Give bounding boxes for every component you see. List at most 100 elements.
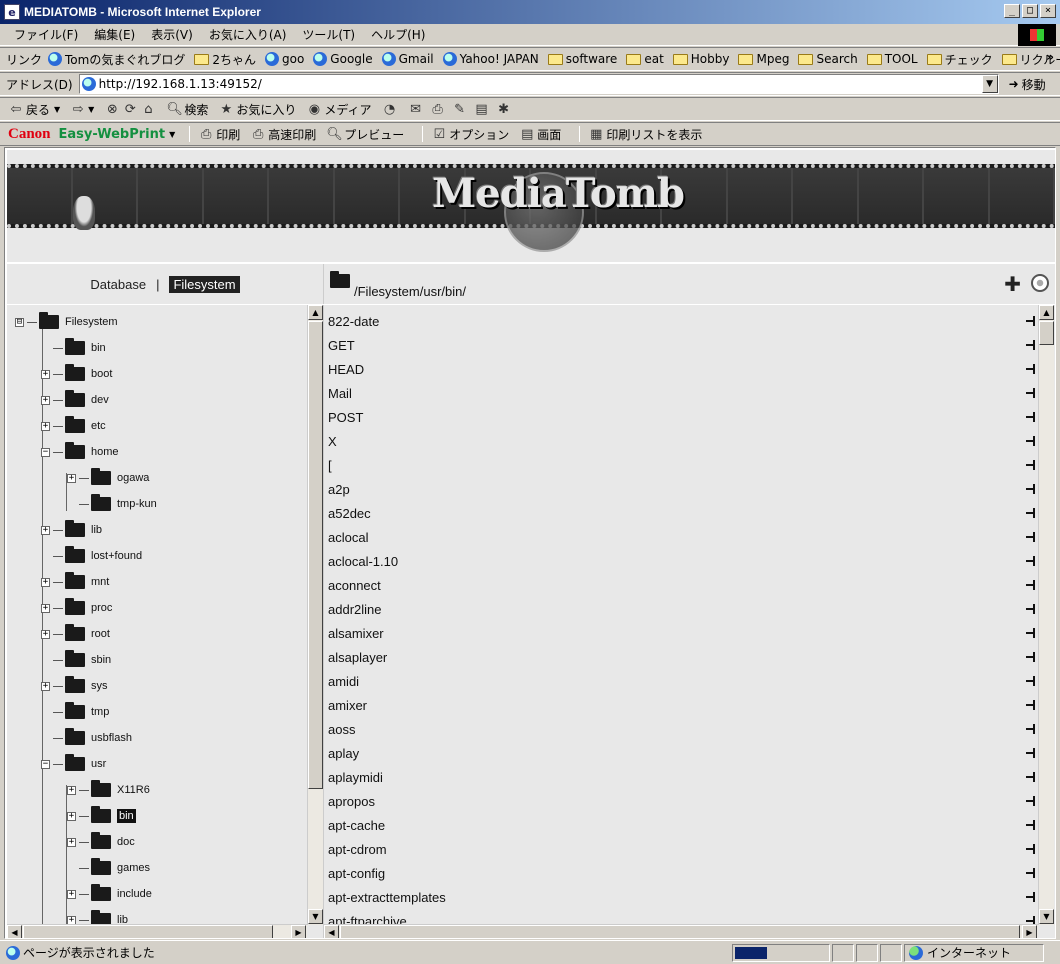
h-scroll-thumb[interactable] bbox=[23, 925, 273, 938]
menu-favorites[interactable]: お気に入り(A) bbox=[201, 26, 295, 43]
add-to-database-icon[interactable] bbox=[1026, 554, 1036, 568]
tree-expander-icon[interactable]: + bbox=[67, 473, 76, 483]
folder-icon[interactable] bbox=[65, 338, 85, 355]
file-row[interactable]: [ bbox=[324, 453, 1038, 477]
add-to-database-icon[interactable] bbox=[1026, 362, 1036, 376]
links-more-chevron-icon[interactable]: » bbox=[1046, 50, 1054, 64]
tree-label[interactable]: dev bbox=[91, 394, 109, 406]
tree-expander-icon[interactable]: + bbox=[41, 681, 50, 691]
file-row[interactable]: apropos bbox=[324, 789, 1038, 813]
file-row[interactable]: apt-extracttemplates bbox=[324, 885, 1038, 909]
tree-expander-icon[interactable]: + bbox=[41, 395, 50, 405]
files-horizontal-scrollbar[interactable]: ◀ ▶ bbox=[324, 924, 1038, 938]
folder-icon[interactable] bbox=[65, 676, 85, 693]
tree-label[interactable]: usbflash bbox=[91, 732, 132, 744]
add-to-database-icon[interactable] bbox=[1026, 458, 1036, 472]
file-name[interactable]: apt-config bbox=[328, 866, 385, 881]
folder-icon[interactable] bbox=[65, 572, 85, 589]
tree-node[interactable]: − usr bbox=[41, 751, 106, 777]
add-to-database-icon[interactable] bbox=[1026, 482, 1036, 496]
file-row[interactable]: apt-cache bbox=[324, 813, 1038, 837]
folder-icon[interactable] bbox=[91, 884, 111, 901]
edit-icon[interactable]: ✎ bbox=[452, 102, 468, 117]
tree-label[interactable]: boot bbox=[91, 368, 112, 380]
add-to-database-icon[interactable] bbox=[1026, 890, 1036, 904]
file-row[interactable]: POST bbox=[324, 405, 1038, 429]
forward-button[interactable]: ⇨ ▼ bbox=[70, 102, 95, 117]
file-name[interactable]: aconnect bbox=[328, 578, 381, 593]
file-name[interactable]: amidi bbox=[328, 674, 359, 689]
tree-label[interactable]: lib bbox=[91, 524, 102, 536]
home-icon[interactable]: ⌂ bbox=[140, 102, 156, 117]
link-item[interactable]: Tomの気まぐれブログ bbox=[48, 51, 185, 68]
scroll-down-icon[interactable]: ▼ bbox=[308, 909, 323, 924]
tree-expander-icon[interactable]: + bbox=[41, 525, 50, 535]
discuss-icon[interactable]: ▤ bbox=[474, 102, 490, 117]
menu-help[interactable]: ヘルプ(H) bbox=[363, 26, 433, 43]
file-row[interactable]: amidi bbox=[324, 669, 1038, 693]
add-to-database-icon[interactable] bbox=[1026, 650, 1036, 664]
add-to-database-icon[interactable] bbox=[1026, 386, 1036, 400]
folder-icon[interactable] bbox=[65, 624, 85, 641]
file-name[interactable]: X bbox=[328, 434, 337, 449]
file-row[interactable]: addr2line bbox=[324, 597, 1038, 621]
tree-node[interactable]: + ogawa bbox=[67, 465, 149, 491]
file-name[interactable]: aclocal-1.10 bbox=[328, 554, 398, 569]
file-name[interactable]: GET bbox=[328, 338, 355, 353]
file-name[interactable]: a2p bbox=[328, 482, 350, 497]
tree-expander-icon[interactable]: + bbox=[67, 837, 76, 847]
tree-expander-icon[interactable]: ⊟ bbox=[15, 317, 24, 327]
tree-expander-icon[interactable]: + bbox=[41, 421, 50, 431]
add-to-database-icon[interactable] bbox=[1026, 338, 1036, 352]
tree-label[interactable]: lost+found bbox=[91, 550, 142, 562]
tree-label[interactable]: root bbox=[91, 628, 110, 640]
folder-icon[interactable] bbox=[91, 494, 111, 511]
add-to-database-icon[interactable] bbox=[1026, 746, 1036, 760]
scroll-thumb[interactable] bbox=[1039, 321, 1054, 345]
file-name[interactable]: apt-cdrom bbox=[328, 842, 387, 857]
add-to-database-icon[interactable] bbox=[1026, 842, 1036, 856]
scroll-down-icon[interactable]: ▼ bbox=[1039, 909, 1054, 924]
add-to-database-icon[interactable] bbox=[1026, 410, 1036, 424]
folder-icon[interactable] bbox=[91, 832, 111, 849]
folder-icon[interactable] bbox=[91, 468, 111, 485]
folder-icon[interactable] bbox=[91, 780, 111, 797]
add-to-database-icon[interactable] bbox=[1026, 794, 1036, 808]
tree-node[interactable]: + include bbox=[67, 881, 152, 907]
file-name[interactable]: alsamixer bbox=[328, 626, 384, 641]
tree-label[interactable]: ogawa bbox=[117, 472, 149, 484]
folder-icon[interactable] bbox=[39, 312, 59, 329]
tree-expander-icon[interactable]: − bbox=[41, 759, 50, 769]
add-to-database-icon[interactable] bbox=[1026, 770, 1036, 784]
file-row[interactable]: 822-date bbox=[324, 309, 1038, 333]
folder-icon[interactable] bbox=[91, 858, 111, 875]
folder-icon[interactable] bbox=[65, 702, 85, 719]
canon-print-button[interactable]: ⎙ 印刷 bbox=[198, 126, 240, 143]
folder-icon[interactable] bbox=[65, 650, 85, 667]
go-button[interactable]: ➜ 移動 bbox=[1009, 76, 1046, 93]
file-row[interactable]: amixer bbox=[324, 693, 1038, 717]
refresh-icon[interactable]: ⟳ bbox=[122, 102, 138, 117]
file-name[interactable]: aclocal bbox=[328, 530, 368, 545]
scroll-right-icon[interactable]: ▶ bbox=[1022, 925, 1037, 938]
scroll-up-icon[interactable]: ▲ bbox=[1039, 305, 1054, 320]
add-to-database-icon[interactable] bbox=[1026, 626, 1036, 640]
file-name[interactable]: aplaymidi bbox=[328, 770, 383, 785]
folder-icon[interactable] bbox=[65, 520, 85, 537]
tree-label[interactable]: games bbox=[117, 862, 150, 874]
scroll-right-icon[interactable]: ▶ bbox=[291, 925, 306, 938]
tree-label[interactable]: doc bbox=[117, 836, 135, 848]
file-name[interactable]: alsaplayer bbox=[328, 650, 387, 665]
tree-node[interactable]: tmp-kun bbox=[67, 491, 157, 517]
file-row[interactable]: alsamixer bbox=[324, 621, 1038, 645]
tree-node[interactable]: + root bbox=[41, 621, 110, 647]
tree-node[interactable]: + X11R6 bbox=[67, 777, 150, 803]
menu-tools[interactable]: ツール(T) bbox=[294, 26, 363, 43]
tree-node[interactable]: usbflash bbox=[41, 725, 132, 751]
add-to-database-icon[interactable] bbox=[1026, 434, 1036, 448]
folder-icon[interactable] bbox=[65, 390, 85, 407]
tree-node[interactable]: bin bbox=[41, 335, 106, 361]
tree-expander-icon[interactable]: + bbox=[41, 577, 50, 587]
files-vertical-scrollbar[interactable]: ▲ ▼ bbox=[1038, 305, 1054, 925]
add-to-database-icon[interactable] bbox=[1026, 314, 1036, 328]
